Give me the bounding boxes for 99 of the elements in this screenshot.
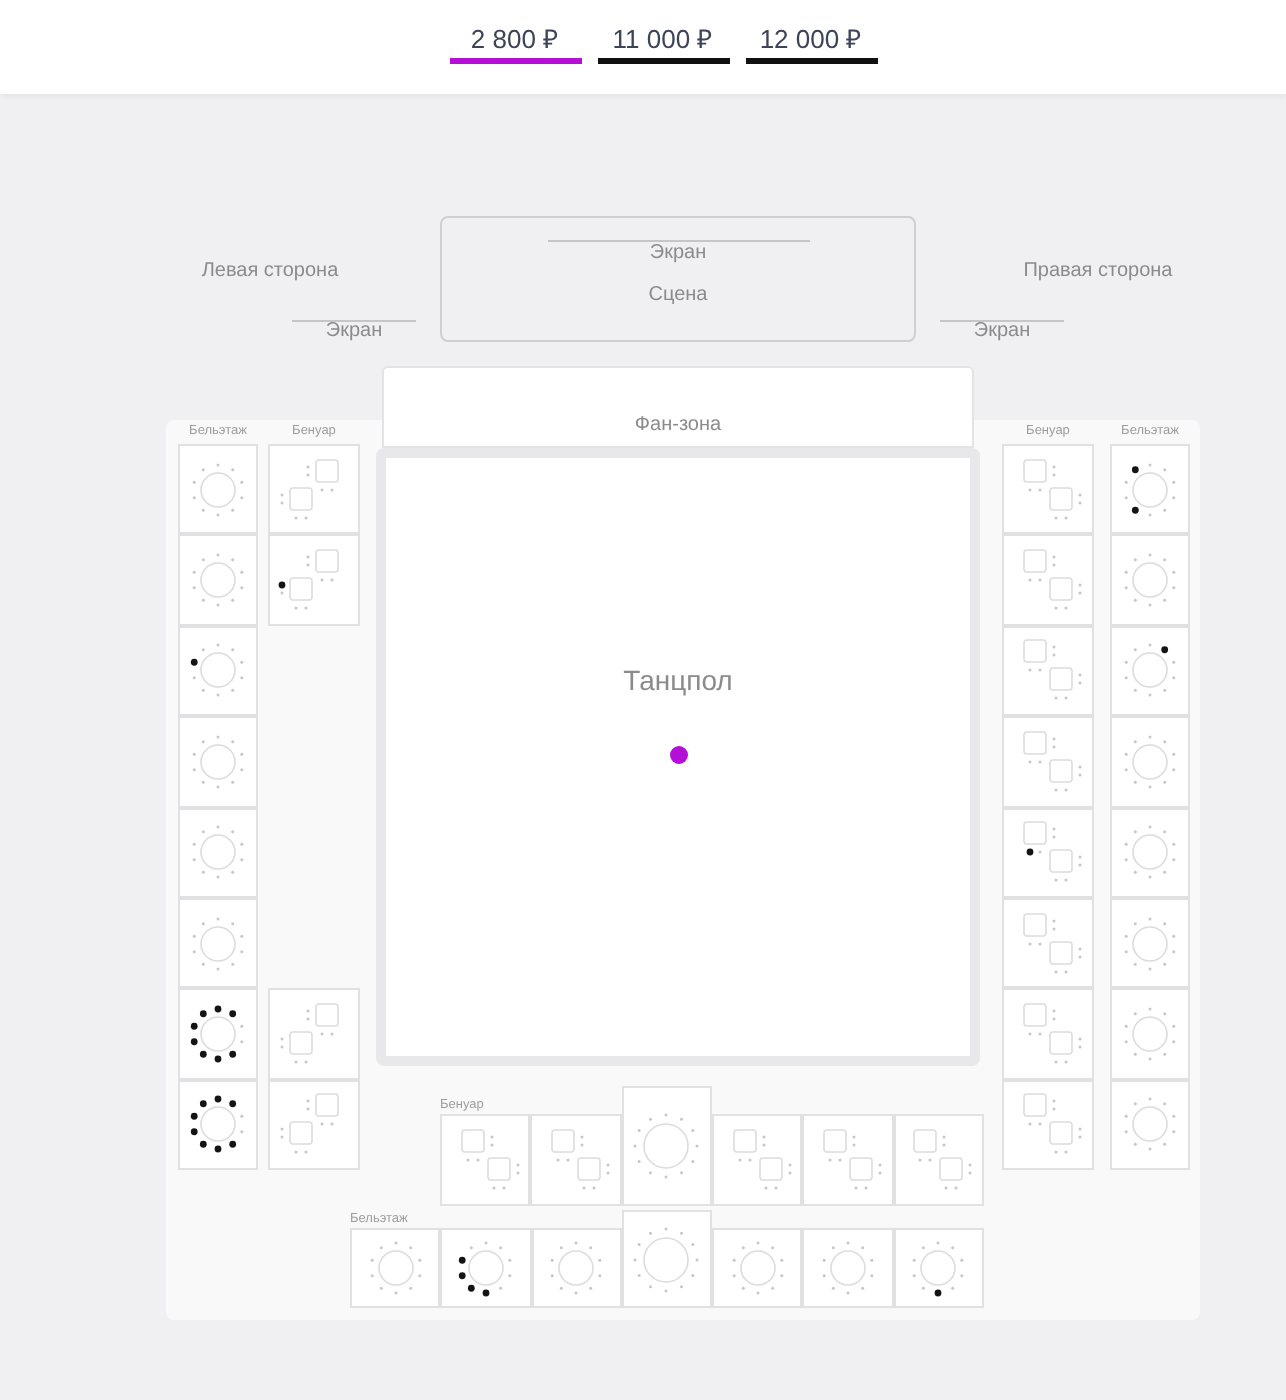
square-table-icon bbox=[1023, 549, 1047, 573]
round-table-icon bbox=[200, 562, 236, 598]
square-table-icon bbox=[289, 577, 313, 601]
square-table-icon bbox=[849, 1157, 873, 1181]
fan-zone-label: Фан-зона bbox=[634, 414, 722, 438]
seat-icon[interactable] bbox=[190, 1022, 198, 1030]
square-table-icon bbox=[577, 1157, 601, 1181]
seat-icon[interactable] bbox=[467, 1284, 475, 1292]
screen-line bbox=[940, 320, 1064, 322]
seat-icon[interactable] bbox=[190, 1128, 198, 1136]
square-table-icon bbox=[289, 1121, 313, 1146]
screen-line bbox=[292, 320, 416, 322]
square-table-icon bbox=[1023, 730, 1047, 755]
square-table-icon bbox=[939, 1157, 964, 1181]
seat-icon[interactable] bbox=[458, 1256, 466, 1264]
seat-icon[interactable] bbox=[199, 1141, 207, 1149]
square-table-icon bbox=[1023, 1093, 1047, 1118]
square-table-icon bbox=[1049, 849, 1073, 874]
dance-floor-label: Танцпол bbox=[623, 663, 733, 695]
seat-icon[interactable] bbox=[1131, 465, 1139, 473]
seat-icon[interactable] bbox=[1026, 849, 1034, 856]
round-table-icon bbox=[200, 1016, 236, 1052]
seat-icon[interactable] bbox=[199, 1101, 207, 1108]
round-table-icon bbox=[468, 1250, 504, 1286]
square-table-icon bbox=[315, 458, 339, 483]
screen-label: Экран bbox=[325, 322, 383, 342]
seat-icon[interactable] bbox=[190, 1113, 198, 1121]
round-table-icon bbox=[830, 1250, 866, 1286]
square-table-icon bbox=[1023, 912, 1047, 936]
round-table-icon bbox=[1132, 743, 1168, 780]
square-table-icon bbox=[289, 1031, 313, 1055]
round-table-icon bbox=[200, 471, 236, 508]
round-table-icon bbox=[1132, 562, 1168, 598]
square-table-icon bbox=[1049, 668, 1073, 692]
square-table-icon bbox=[1049, 1121, 1073, 1146]
round-table-icon bbox=[200, 834, 236, 871]
square-table-icon bbox=[289, 486, 313, 511]
seat-icon[interactable] bbox=[190, 659, 198, 667]
round-table-icon bbox=[200, 1106, 236, 1143]
square-table-icon bbox=[1023, 821, 1047, 846]
marker-dot-icon[interactable] bbox=[669, 745, 687, 763]
seat-icon[interactable] bbox=[214, 1005, 222, 1013]
seat-icon[interactable] bbox=[935, 1289, 943, 1297]
seat-icon[interactable] bbox=[482, 1289, 490, 1297]
round-table-icon bbox=[644, 1236, 690, 1282]
seat-icon[interactable] bbox=[229, 1050, 237, 1058]
square-table-icon bbox=[1023, 640, 1047, 664]
seat-icon[interactable] bbox=[229, 1101, 237, 1108]
seat-icon[interactable] bbox=[1131, 506, 1139, 513]
seat-icon[interactable] bbox=[229, 1010, 237, 1018]
square-table-icon bbox=[1049, 1031, 1073, 1055]
round-table-icon bbox=[1132, 1106, 1168, 1143]
round-table-icon bbox=[558, 1250, 595, 1286]
square-table-icon bbox=[1049, 486, 1073, 511]
side-label: Правая сторона bbox=[1023, 262, 1173, 282]
seat-icon[interactable] bbox=[214, 1096, 222, 1104]
round-table-icon bbox=[920, 1250, 957, 1286]
square-table-icon bbox=[823, 1129, 847, 1153]
side-label: Левая сторона bbox=[201, 262, 339, 282]
screen-label: Экран bbox=[973, 322, 1031, 342]
seat-icon[interactable] bbox=[199, 1050, 207, 1058]
square-table-icon bbox=[1049, 577, 1073, 601]
round-table-icon bbox=[377, 1250, 414, 1286]
round-table-icon bbox=[200, 653, 236, 689]
seat-icon[interactable] bbox=[458, 1272, 466, 1280]
round-table-icon bbox=[1132, 471, 1168, 508]
round-table-icon bbox=[1132, 834, 1168, 871]
seat-icon[interactable] bbox=[199, 1010, 207, 1018]
seat-icon[interactable] bbox=[1161, 647, 1169, 655]
price-tab[interactable]: 11 000 ₽ bbox=[597, 20, 729, 64]
round-table-icon bbox=[739, 1250, 776, 1286]
square-table-icon bbox=[315, 1093, 339, 1118]
seat-icon[interactable] bbox=[190, 1038, 198, 1045]
round-table-icon bbox=[1132, 653, 1168, 689]
seat-icon[interactable] bbox=[214, 1055, 222, 1063]
price-tab[interactable]: 2 800 ₽ bbox=[449, 20, 581, 64]
square-table-icon bbox=[1049, 940, 1073, 964]
square-table-icon bbox=[913, 1129, 938, 1153]
round-table-icon bbox=[200, 743, 236, 780]
square-table-icon bbox=[1049, 758, 1073, 783]
square-table-icon bbox=[758, 1157, 783, 1181]
square-table-icon bbox=[1023, 458, 1047, 483]
round-table-icon bbox=[200, 925, 236, 961]
square-table-icon bbox=[315, 549, 339, 573]
screen-label: Экран bbox=[649, 242, 707, 264]
seat-icon[interactable] bbox=[214, 1146, 222, 1154]
square-table-icon bbox=[732, 1129, 757, 1153]
stage-label: Сцена bbox=[648, 286, 708, 306]
square-table-icon bbox=[315, 1003, 339, 1027]
round-table-icon bbox=[643, 1123, 690, 1169]
round-table-icon bbox=[1132, 925, 1168, 961]
round-table-icon bbox=[1132, 1016, 1168, 1052]
square-table-icon bbox=[1023, 1003, 1047, 1027]
seat-icon[interactable] bbox=[278, 581, 286, 589]
price-tab[interactable]: 12 000 ₽ bbox=[745, 20, 877, 64]
square-table-icon bbox=[460, 1129, 485, 1153]
square-table-icon bbox=[551, 1129, 575, 1153]
seat-icon[interactable] bbox=[229, 1141, 237, 1149]
square-table-icon bbox=[486, 1157, 511, 1181]
